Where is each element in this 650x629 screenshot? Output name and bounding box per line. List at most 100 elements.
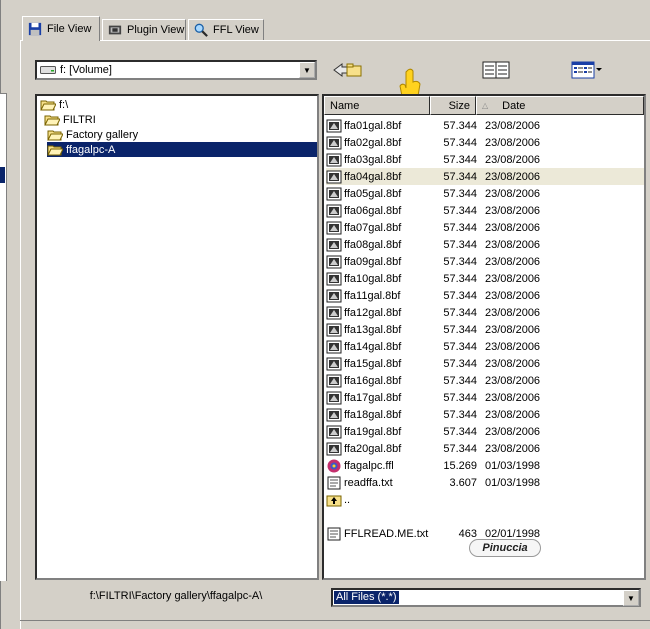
- file-name-cell: ffagalpc.ffl: [326, 459, 431, 473]
- file-row[interactable]: ffa03gal.8bf 57.344 23/08/2006: [326, 151, 644, 168]
- file-date: 23/08/2006: [485, 170, 541, 183]
- file-size: 57.344: [443, 306, 477, 319]
- file-name-cell: FFLREAD.ME.txt: [326, 527, 431, 541]
- plugin-file-icon: [326, 119, 342, 132]
- plugin-file-icon: [326, 442, 342, 455]
- file-size: 57.344: [443, 289, 477, 302]
- filter-dropdown-button[interactable]: ▼: [623, 590, 639, 606]
- file-row[interactable]: ffa13gal.8bf 57.344 23/08/2006: [326, 321, 644, 338]
- file-name-cell: ..: [326, 493, 431, 507]
- magnifier-icon: [194, 23, 208, 37]
- left-panel-selection: [0, 167, 5, 183]
- file-row[interactable]: ffa01gal.8bf 57.344 23/08/2006: [326, 117, 644, 134]
- file-list[interactable]: Name Size △ Date ffa01gal.8bf 57.344 23/08…: [322, 94, 646, 580]
- file-name-cell: ffa11gal.8bf: [326, 289, 431, 303]
- file-size: 57.344: [443, 442, 477, 455]
- file-row[interactable]: ..: [326, 491, 644, 508]
- plugin-file-icon: [326, 408, 342, 421]
- file-name-cell: readffa.txt: [326, 476, 431, 490]
- up-folder-icon: [326, 495, 342, 506]
- details-view-button[interactable]: [482, 61, 510, 79]
- file-row[interactable]: ffa07gal.8bf 57.344 23/08/2006: [326, 219, 644, 236]
- file-size: 57.344: [443, 425, 477, 438]
- file-name: ffagalpc.ffl: [344, 459, 394, 472]
- drive-dropdown-button[interactable]: ▼: [299, 62, 315, 78]
- column-header-name[interactable]: Name: [324, 96, 430, 115]
- file-size: 463: [458, 527, 477, 540]
- tree-item-filtri[interactable]: FILTRI: [44, 112, 96, 127]
- file-name: ffa10gal.8bf: [344, 272, 402, 285]
- view-mode-button[interactable]: [571, 61, 603, 79]
- file-date: 23/08/2006: [485, 340, 541, 353]
- file-row[interactable]: ffagalpc.ffl 15.269 01/03/1998: [326, 457, 644, 474]
- file-date: 23/08/2006: [485, 323, 541, 336]
- file-size: 57.344: [443, 170, 477, 183]
- chevron-down-icon: ▼: [303, 65, 311, 75]
- file-row[interactable]: ffa12gal.8bf 57.344 23/08/2006: [326, 304, 644, 321]
- file-name-cell: ffa03gal.8bf: [326, 153, 431, 167]
- file-name: ffa01gal.8bf: [344, 119, 402, 132]
- file-name: ffa17gal.8bf: [344, 391, 402, 404]
- file-name: ffa16gal.8bf: [344, 374, 402, 387]
- file-size: 57.344: [443, 119, 477, 132]
- file-row[interactable]: ffa17gal.8bf 57.344 23/08/2006: [326, 389, 644, 406]
- file-row[interactable]: ffa09gal.8bf 57.344 23/08/2006: [326, 253, 644, 270]
- file-row[interactable]: ffa18gal.8bf 57.344 23/08/2006: [326, 406, 644, 423]
- file-filter-select[interactable]: All Files (*.*) ▼: [331, 588, 641, 607]
- file-date: 23/08/2006: [485, 289, 541, 302]
- file-name: ffa05gal.8bf: [344, 187, 402, 200]
- file-row[interactable]: ffa16gal.8bf 57.344 23/08/2006: [326, 372, 644, 389]
- plugin-file-icon: [326, 289, 342, 302]
- column-header-date[interactable]: △ Date: [476, 96, 644, 115]
- file-date: 23/08/2006: [485, 187, 541, 200]
- file-date: 23/08/2006: [485, 238, 541, 251]
- open-folder-icon: [40, 100, 56, 110]
- file-size: 57.344: [443, 391, 477, 404]
- folder-tree[interactable]: f:\ FILTRI Factory gallery ffagalpc-A: [35, 94, 319, 580]
- tab-panel-edge: [20, 41, 21, 629]
- file-size: 57.344: [443, 357, 477, 370]
- plugin-file-icon: [326, 340, 342, 353]
- open-folder-icon: [47, 145, 63, 155]
- file-size: 3.607: [449, 476, 477, 489]
- file-name: ffa02gal.8bf: [344, 136, 402, 149]
- file-name-cell: ffa13gal.8bf: [326, 323, 431, 337]
- drive-select[interactable]: f: [Volume] ▼: [35, 60, 317, 80]
- file-row[interactable]: ffa06gal.8bf 57.344 23/08/2006: [326, 202, 644, 219]
- tab-ffl-view[interactable]: FFL View: [188, 19, 264, 40]
- file-name-cell: ffa10gal.8bf: [326, 272, 431, 286]
- file-name-cell: ffa02gal.8bf: [326, 136, 431, 150]
- tab-plugin-view[interactable]: Plugin View: [102, 19, 186, 40]
- tree-item-ffagalpc-a[interactable]: ffagalpc-A: [47, 142, 317, 157]
- file-name: ..: [344, 493, 351, 506]
- file-row[interactable]: readffa.txt 3.607 01/03/1998: [326, 474, 644, 491]
- current-path: f:\FILTRI\Factory gallery\ffagalpc-A\: [89, 590, 263, 602]
- file-size: 57.344: [443, 187, 477, 200]
- file-row[interactable]: ffa14gal.8bf 57.344 23/08/2006: [326, 338, 644, 355]
- tab-file-view[interactable]: File View: [22, 16, 100, 41]
- file-row[interactable]: ffa20gal.8bf 57.344 23/08/2006: [326, 440, 644, 457]
- file-name-cell: ffa01gal.8bf: [326, 119, 431, 133]
- file-row[interactable]: ffa15gal.8bf 57.344 23/08/2006: [326, 355, 644, 372]
- file-row[interactable]: ffa11gal.8bf 57.344 23/08/2006: [326, 287, 644, 304]
- file-row[interactable]: ffa04gal.8bf 57.344 23/08/2006: [326, 168, 644, 185]
- file-row[interactable]: ffa02gal.8bf 57.344 23/08/2006: [326, 134, 644, 151]
- view-tabs: File View Plugin View FFL View: [22, 15, 650, 41]
- sort-ascending-icon: △: [482, 101, 489, 110]
- details-view-icon: [482, 61, 510, 79]
- file-name-cell: ffa18gal.8bf: [326, 408, 431, 422]
- file-name: ffa07gal.8bf: [344, 221, 402, 234]
- tree-item-root[interactable]: f:\: [40, 97, 68, 112]
- file-row[interactable]: ffa10gal.8bf 57.344 23/08/2006: [326, 270, 644, 287]
- file-row[interactable]: ffa05gal.8bf 57.344 23/08/2006: [326, 185, 644, 202]
- plugin-file-icon: [326, 153, 342, 166]
- file-row[interactable]: ffa19gal.8bf 57.344 23/08/2006: [326, 423, 644, 440]
- plugin-file-icon: [326, 221, 342, 234]
- file-name-cell: ffa07gal.8bf: [326, 221, 431, 235]
- plugin-file-icon: [326, 170, 342, 183]
- tree-item-factory-gallery[interactable]: Factory gallery: [47, 127, 138, 142]
- column-header-size[interactable]: Size: [430, 96, 476, 115]
- file-row[interactable]: ffa08gal.8bf 57.344 23/08/2006: [326, 236, 644, 253]
- up-folder-button[interactable]: [333, 62, 363, 78]
- chevron-down-icon: ▼: [627, 593, 635, 603]
